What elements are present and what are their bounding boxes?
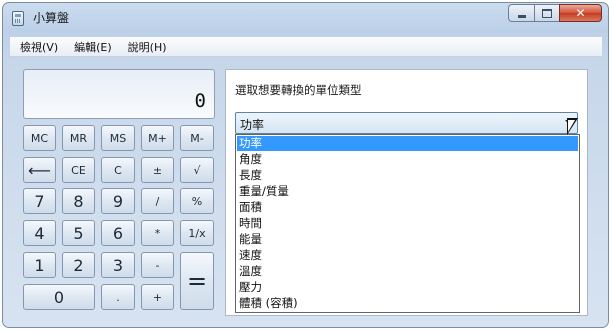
unit-option-power[interactable]: 功率 <box>237 136 578 151</box>
minimize-button[interactable] <box>508 4 534 22</box>
digit-3-button[interactable]: 3 <box>101 252 135 278</box>
menu-edit[interactable]: 編輯(E) <box>74 39 112 55</box>
square-root-button[interactable]: √ <box>180 157 214 183</box>
title-bar[interactable]: 小算盤 ✕ <box>3 3 608 33</box>
ms-button[interactable]: MS <box>101 125 135 151</box>
unit-option-temperature[interactable]: 溫度 <box>237 264 578 279</box>
plus-button[interactable]: + <box>141 284 174 310</box>
digit-5-button[interactable]: 5 <box>62 220 95 246</box>
caption-buttons: ✕ <box>508 4 602 23</box>
percent-button[interactable]: % <box>180 188 214 214</box>
decimal-button[interactable]: . <box>101 284 135 310</box>
mouse-pointer-icon <box>567 118 578 135</box>
unit-option-pressure[interactable]: 壓力 <box>237 280 578 295</box>
backspace-button[interactable]: ⟵ <box>23 157 56 183</box>
mc-button[interactable]: MC <box>23 125 56 151</box>
digit-0-button[interactable]: 0 <box>23 284 95 310</box>
digit-9-button[interactable]: 9 <box>101 188 135 214</box>
clear-entry-button[interactable]: CE <box>62 157 95 183</box>
maximize-button[interactable] <box>534 4 559 22</box>
digit-7-button[interactable]: 7 <box>23 188 56 214</box>
reciprocal-button[interactable]: 1/x <box>180 220 214 246</box>
digit-4-button[interactable]: 4 <box>23 220 56 246</box>
digit-6-button[interactable]: 6 <box>101 220 135 246</box>
unit-option-volume[interactable]: 體積 (容積) <box>237 296 578 311</box>
digit-2-button[interactable]: 2 <box>62 252 95 278</box>
calculator-display: 0 <box>23 69 215 119</box>
unit-option-angle[interactable]: 角度 <box>237 152 578 167</box>
unit-type-label: 選取想要轉換的單位類型 <box>235 83 362 97</box>
close-icon: ✕ <box>575 6 586 20</box>
unit-type-selected: 功率 <box>240 118 265 132</box>
digit-1-button[interactable]: 1 <box>23 252 56 278</box>
multiply-button[interactable]: * <box>141 220 174 246</box>
unit-type-list[interactable]: 功率 角度 長度 重量/質量 面積 時間 能量 速度 溫度 壓力 體積 (容積) <box>235 134 580 313</box>
menu-help[interactable]: 說明(H) <box>128 39 167 55</box>
unit-type-dropdown[interactable]: 功率 <box>235 112 578 134</box>
unit-option-time[interactable]: 時間 <box>237 216 578 231</box>
unit-option-area[interactable]: 面積 <box>237 200 578 215</box>
unit-option-length[interactable]: 長度 <box>237 168 578 183</box>
close-button[interactable]: ✕ <box>559 4 602 22</box>
unit-option-energy[interactable]: 能量 <box>237 232 578 247</box>
plus-minus-button[interactable]: ± <box>141 157 174 183</box>
mr-button[interactable]: MR <box>62 125 95 151</box>
equals-button[interactable]: = <box>180 252 214 310</box>
clear-button[interactable]: C <box>101 157 135 183</box>
minimize-icon <box>517 14 526 18</box>
display-value: 0 <box>194 90 206 112</box>
calculator-icon <box>12 11 24 26</box>
m-plus-button[interactable]: M+ <box>141 125 174 151</box>
divide-button[interactable]: / <box>141 188 174 214</box>
maximize-icon <box>542 8 552 18</box>
m-minus-button[interactable]: M- <box>180 125 214 151</box>
unit-option-velocity[interactable]: 速度 <box>237 248 578 263</box>
menu-view[interactable]: 檢視(V) <box>20 39 58 55</box>
menu-bar: 檢視(V) 編輯(E) 說明(H) <box>10 37 602 57</box>
window-title: 小算盤 <box>33 11 70 25</box>
digit-8-button[interactable]: 8 <box>62 188 95 214</box>
minus-button[interactable]: - <box>141 252 174 278</box>
unit-option-weight[interactable]: 重量/質量 <box>237 184 578 199</box>
